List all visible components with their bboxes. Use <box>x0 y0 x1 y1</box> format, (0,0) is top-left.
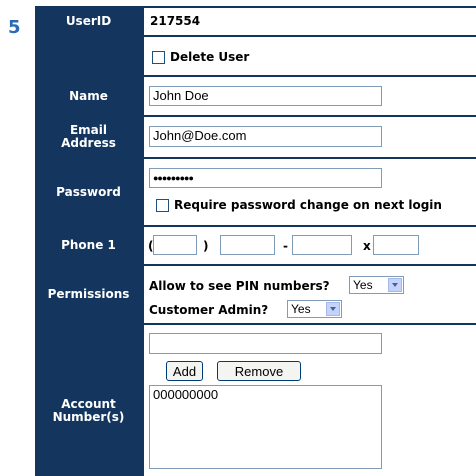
chevron-down-icon <box>388 278 402 292</box>
account-label-line2: Number(s) <box>52 409 125 424</box>
phone-area-code-input[interactable] <box>153 235 197 255</box>
permissions-label: Permissions <box>37 266 140 323</box>
email-label-line2: Address <box>61 136 116 150</box>
email-label: Email Address <box>37 117 140 157</box>
row-phone: Phone 1 ( ) - x <box>35 227 476 264</box>
row-permissions: Permissions Allow to see PIN numbers? Ye… <box>35 266 476 323</box>
pin-permission-label: Allow to see PIN numbers? <box>149 279 330 293</box>
email-input[interactable]: John@Doe.com <box>149 126 382 147</box>
userid-label: UserID <box>37 8 140 35</box>
phone-extension-input[interactable] <box>373 235 419 255</box>
customer-admin-value: Yes <box>291 302 311 316</box>
row-password: Password ●●●●●●●●● Require password chan… <box>35 159 476 225</box>
remove-account-button[interactable]: Remove <box>217 361 301 381</box>
password-label: Password <box>37 159 140 225</box>
delete-user-label-cell <box>37 37 140 75</box>
phone-label: Phone 1 <box>37 227 140 264</box>
row-account-numbers: Account Number(s) Add Remove 000000000 <box>35 325 476 476</box>
phone-prefix-input[interactable] <box>220 235 275 255</box>
password-input[interactable]: ●●●●●●●●● <box>149 168 382 188</box>
userid-value: 217554 <box>150 14 201 28</box>
password-cell: ●●●●●●●●● Require password change on nex… <box>144 159 476 225</box>
account-label-line1: Account <box>61 396 116 411</box>
phone-line-input[interactable] <box>292 235 352 255</box>
chevron-down-icon <box>326 302 340 316</box>
row-email: Email Address John@Doe.com <box>35 117 476 157</box>
phone-dash: - <box>283 239 288 253</box>
pin-permission-select[interactable]: Yes <box>349 276 404 294</box>
pin-permission-value: Yes <box>353 278 373 292</box>
customer-admin-label: Customer Admin? <box>149 303 269 317</box>
account-number-input[interactable] <box>149 333 382 354</box>
user-edit-form: UserID 217554 Delete User Name John Doe … <box>35 6 476 476</box>
add-account-button[interactable]: Add <box>166 361 203 381</box>
customer-admin-select[interactable]: Yes <box>287 300 342 318</box>
name-label: Name <box>37 77 140 115</box>
account-numbers-label: Account Number(s) <box>37 325 140 476</box>
name-cell: John Doe <box>144 77 476 115</box>
row-userid: UserID 217554 <box>35 8 476 35</box>
account-numbers-cell: Add Remove 000000000 <box>144 325 476 476</box>
delete-user-cell: Delete User <box>144 37 476 75</box>
require-change-checkbox[interactable] <box>156 199 169 212</box>
delete-user-label: Delete User <box>170 50 250 64</box>
phone-close-paren: ) <box>203 239 209 253</box>
delete-user-checkbox[interactable] <box>152 51 165 64</box>
require-change-label: Require password change on next login <box>174 198 442 212</box>
account-list-item[interactable]: 000000000 <box>153 387 378 403</box>
row-name: Name John Doe <box>35 77 476 115</box>
permissions-cell: Allow to see PIN numbers? Yes Customer A… <box>144 266 476 323</box>
row-delete-user: Delete User <box>35 37 476 75</box>
userid-cell: 217554 <box>144 8 476 35</box>
name-input[interactable]: John Doe <box>149 86 382 106</box>
step-number: 5 <box>8 17 21 38</box>
phone-ext-label: x <box>363 239 371 253</box>
phone-cell: ( ) - x <box>144 227 476 264</box>
account-numbers-list[interactable]: 000000000 <box>149 385 382 469</box>
email-cell: John@Doe.com <box>144 117 476 157</box>
